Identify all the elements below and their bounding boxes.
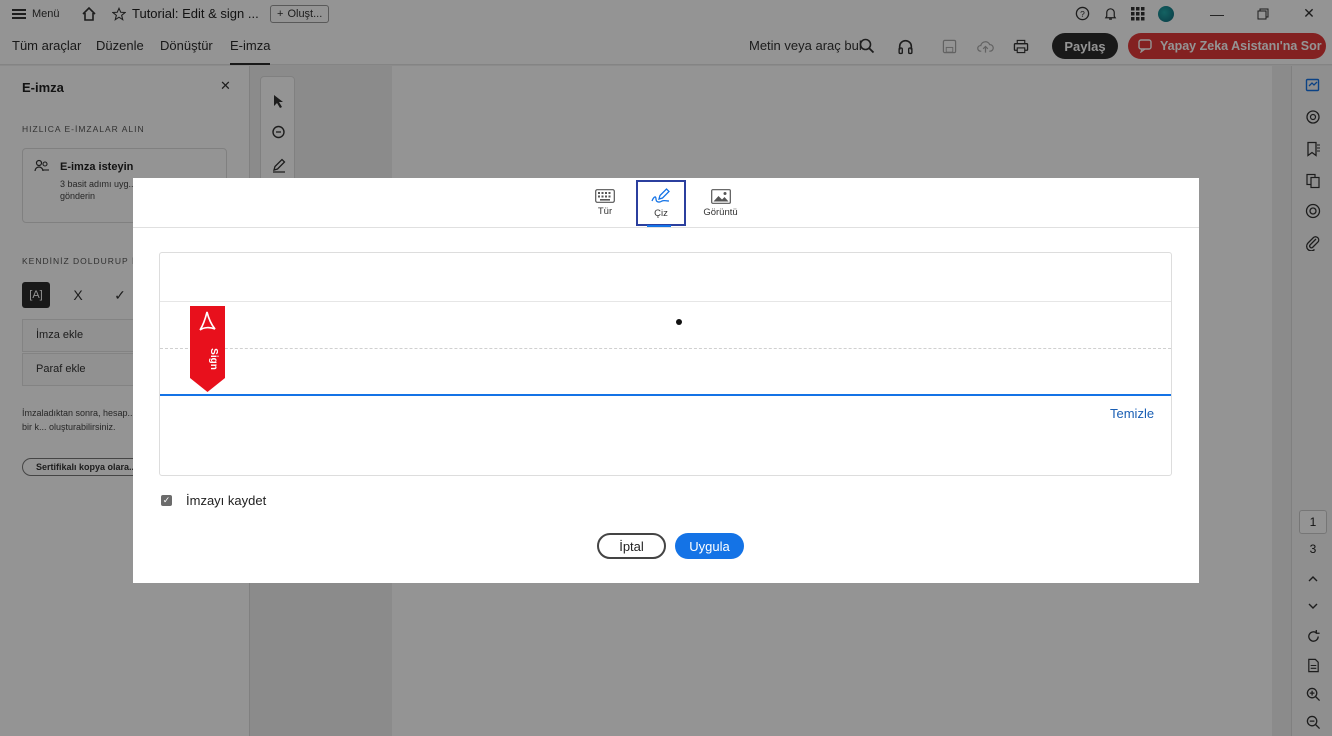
tab-type[interactable]: Tür [582, 182, 628, 224]
clear-button[interactable]: Temizle [1110, 406, 1154, 421]
save-signature-option[interactable]: ✓ İmzayı kaydet [161, 493, 266, 508]
tab-image[interactable]: Görüntü [698, 182, 743, 224]
sign-flag-text: Sign [208, 348, 219, 370]
tab-draw-label: Çiz [654, 208, 668, 219]
image-icon [710, 188, 731, 204]
signature-baseline [160, 394, 1171, 396]
drawn-ink-dot [676, 319, 682, 325]
signature-draw-canvas[interactable]: Sign Temizle [159, 252, 1172, 476]
guide-line-dashed [160, 348, 1171, 349]
pen-draw-icon [651, 188, 670, 203]
keyboard-icon [595, 189, 615, 203]
active-tab-indicator [647, 225, 671, 227]
tab-draw[interactable]: Çiz [636, 180, 686, 226]
tab-image-label: Görüntü [703, 206, 738, 218]
cancel-button[interactable]: İptal [597, 533, 666, 559]
signature-mode-tabs: Tür Çiz Görüntü [133, 178, 1199, 228]
sign-here-flag: Sign [190, 306, 225, 392]
signature-dialog: Tür Çiz Görüntü Sign Temizle ✓ İmzayı ka… [133, 178, 1199, 583]
apply-button[interactable]: Uygula [675, 533, 744, 559]
save-signature-label: İmzayı kaydet [186, 493, 267, 508]
guide-line-top [160, 301, 1171, 302]
tab-type-label: Tür [597, 206, 613, 217]
save-signature-checkbox[interactable]: ✓ [161, 495, 172, 506]
